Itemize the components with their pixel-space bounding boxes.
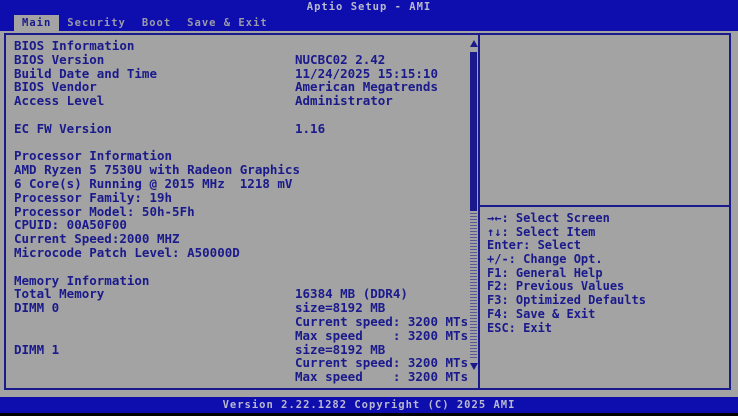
help-line-f3: F3: Optimized Defaults	[487, 294, 646, 308]
info-value: Max speed : 3200 MTs	[295, 329, 468, 343]
info-label: DIMM 0	[14, 301, 295, 315]
info-row: BIOS VendorAmerican Megatrends	[14, 80, 464, 94]
help-line-f1: F1: General Help	[487, 267, 646, 281]
section-header-row: Processor Information	[14, 149, 464, 163]
help-line-f2: F2: Previous Values	[487, 280, 646, 294]
info-row: Processor Model: 50h-5Fh	[14, 205, 464, 219]
info-value: 11/24/2025 15:15:10	[295, 67, 464, 81]
section-header-row: BIOS Information	[14, 39, 464, 53]
info-value	[295, 149, 464, 163]
info-label	[14, 329, 295, 343]
info-row: DIMM 1size=8192 MB	[14, 343, 464, 357]
info-value	[295, 232, 464, 246]
tab-boot[interactable]: Boot	[134, 15, 179, 31]
scrollbar-track[interactable]	[470, 213, 477, 359]
info-label: Processor Information	[14, 149, 295, 163]
info-label: Processor Model: 50h-5Fh	[14, 205, 295, 219]
info-label	[14, 370, 295, 384]
tab-main[interactable]: Main	[14, 15, 59, 31]
info-value: Current speed: 3200 MTs	[295, 356, 468, 370]
info-label: DIMM 1	[14, 343, 295, 357]
info-value: Max speed : 3200 MTs	[295, 370, 468, 384]
info-value: Current speed: 3200 MTs	[295, 315, 468, 329]
scrollbar[interactable]	[470, 37, 478, 386]
info-row: Current speed: 3200 MTs	[14, 356, 464, 370]
info-row: DIMM 0size=8192 MB	[14, 301, 464, 315]
info-label	[14, 315, 295, 329]
version-bar: Version 2.22.1282 Copyright (C) 2025 AMI	[0, 397, 738, 413]
info-label: BIOS Version	[14, 53, 295, 67]
info-row: BIOS VersionNUCBC02 2.42	[14, 53, 464, 67]
scroll-up-icon[interactable]	[470, 40, 478, 47]
scroll-down-icon[interactable]	[470, 363, 478, 370]
spacer-row	[14, 136, 464, 150]
info-value	[295, 39, 464, 53]
help-key-legend: →←: Select Screen ↑↓: Select Item Enter:…	[487, 212, 646, 335]
info-value: size=8192 MB	[295, 343, 464, 357]
info-rows: BIOS Information BIOS VersionNUCBC02 2.4…	[14, 39, 464, 384]
help-line-select-item: ↑↓: Select Item	[487, 226, 646, 240]
info-label: AMD Ryzen 5 7530U with Radeon Graphics	[14, 163, 295, 177]
info-label: CPUID: 00A50F00	[14, 218, 295, 232]
help-line-enter: Enter: Select	[487, 239, 646, 253]
info-value: 1.16	[295, 122, 464, 136]
help-line-change-opt: +/-: Change Opt.	[487, 253, 646, 267]
work-area: BIOS Information BIOS VersionNUCBC02 2.4…	[0, 31, 738, 397]
spacer-row	[14, 260, 464, 274]
info-value	[295, 205, 464, 219]
info-row: Build Date and Time11/24/2025 15:15:10	[14, 67, 464, 81]
info-label: Microcode Patch Level: A50000D	[14, 246, 295, 260]
info-label: Processor Family: 19h	[14, 191, 295, 205]
scrollbar-thumb[interactable]	[470, 52, 477, 211]
info-value	[295, 163, 464, 177]
tab-security[interactable]: Security	[59, 15, 134, 31]
help-divider	[480, 205, 729, 207]
info-value	[295, 177, 464, 191]
window-title: Aptio Setup - AMI	[0, 0, 738, 15]
bios-setup-screen: Aptio Setup - AMI Main Security Boot Sav…	[0, 0, 738, 416]
help-panel: →←: Select Screen ↑↓: Select Item Enter:…	[480, 35, 729, 388]
section-header-row: Memory Information	[14, 274, 464, 288]
info-label	[14, 356, 295, 370]
info-value	[295, 218, 464, 232]
help-line-f4: F4: Save & Exit	[487, 308, 646, 322]
panel-frame: BIOS Information BIOS VersionNUCBC02 2.4…	[4, 33, 731, 390]
info-label: Access Level	[14, 94, 295, 108]
info-row: 6 Core(s) Running @ 2015 MHz 1218 mV	[14, 177, 464, 191]
info-row: AMD Ryzen 5 7530U with Radeon Graphics	[14, 163, 464, 177]
info-row: Max speed : 3200 MTs	[14, 370, 464, 384]
bios-info-panel: BIOS Information BIOS VersionNUCBC02 2.4…	[6, 35, 470, 388]
info-label: Current Speed:2000 MHZ	[14, 232, 295, 246]
info-row: Max speed : 3200 MTs	[14, 329, 464, 343]
info-label: BIOS Information	[14, 39, 295, 53]
help-line-esc: ESC: Exit	[487, 322, 646, 336]
help-line-select-screen: →←: Select Screen	[487, 212, 646, 226]
info-label: Build Date and Time	[14, 67, 295, 81]
info-label: 6 Core(s) Running @ 2015 MHz 1218 mV	[14, 177, 295, 191]
info-value: Administrator	[295, 94, 464, 108]
tab-save-exit[interactable]: Save & Exit	[179, 15, 276, 31]
info-row: Total Memory16384 MB (DDR4)	[14, 287, 464, 301]
info-value	[295, 274, 464, 288]
info-label: EC FW Version	[14, 122, 295, 136]
info-row: Current speed: 3200 MTs	[14, 315, 464, 329]
info-value	[295, 191, 464, 205]
info-value: size=8192 MB	[295, 301, 464, 315]
info-row: EC FW Version1.16	[14, 122, 464, 136]
info-value	[295, 246, 464, 260]
info-row: Microcode Patch Level: A50000D	[14, 246, 464, 260]
info-value: 16384 MB (DDR4)	[295, 287, 464, 301]
info-row: Processor Family: 19h	[14, 191, 464, 205]
info-row: CPUID: 00A50F00	[14, 218, 464, 232]
info-row: Current Speed:2000 MHZ	[14, 232, 464, 246]
spacer-row	[14, 108, 464, 122]
info-value: American Megatrends	[295, 80, 464, 94]
info-label: BIOS Vendor	[14, 80, 295, 94]
info-label: Memory Information	[14, 274, 295, 288]
info-value: NUCBC02 2.42	[295, 53, 464, 67]
menu-tab-bar: Main Security Boot Save & Exit	[0, 15, 738, 31]
info-label: Total Memory	[14, 287, 295, 301]
info-row: Access LevelAdministrator	[14, 94, 464, 108]
